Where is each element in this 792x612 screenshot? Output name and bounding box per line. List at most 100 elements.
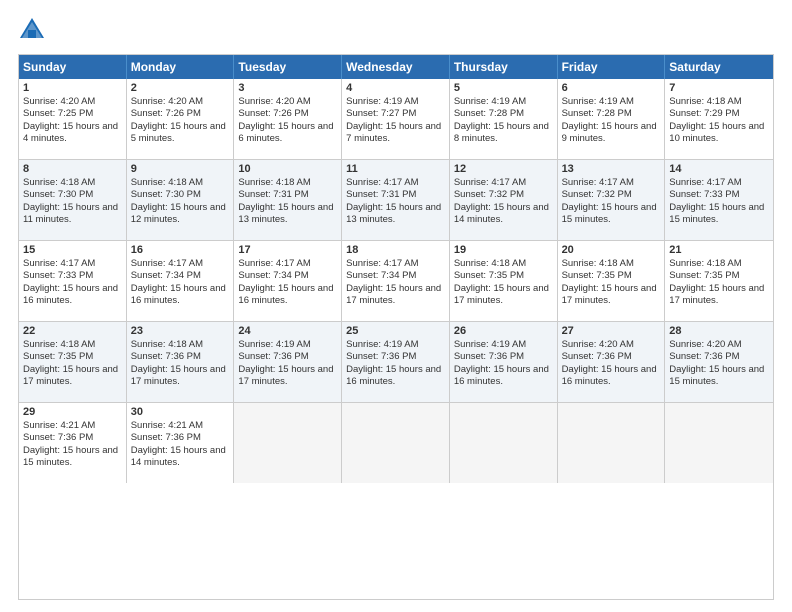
calendar-cell: 6Sunrise: 4:19 AMSunset: 7:28 PMDaylight… — [558, 79, 666, 159]
sunset-text: Sunset: 7:35 PM — [23, 351, 122, 363]
day-number: 6 — [562, 82, 661, 94]
calendar-cell: 1Sunrise: 4:20 AMSunset: 7:25 PMDaylight… — [19, 79, 127, 159]
daylight-text: Daylight: 15 hours and 6 minutes. — [238, 121, 337, 146]
calendar-cell: 14Sunrise: 4:17 AMSunset: 7:33 PMDayligh… — [665, 160, 773, 240]
sunset-text: Sunset: 7:26 PM — [238, 108, 337, 120]
day-number: 10 — [238, 163, 337, 175]
sunrise-text: Sunrise: 4:17 AM — [669, 177, 769, 189]
daylight-text: Daylight: 15 hours and 17 minutes. — [346, 283, 445, 308]
calendar-cell — [665, 403, 773, 483]
daylight-text: Daylight: 15 hours and 11 minutes. — [23, 202, 122, 227]
day-number: 5 — [454, 82, 553, 94]
day-number: 26 — [454, 325, 553, 337]
sunrise-text: Sunrise: 4:18 AM — [454, 258, 553, 270]
calendar-cell: 24Sunrise: 4:19 AMSunset: 7:36 PMDayligh… — [234, 322, 342, 402]
header-sunday: Sunday — [19, 55, 127, 79]
daylight-text: Daylight: 15 hours and 13 minutes. — [346, 202, 445, 227]
sunrise-text: Sunrise: 4:21 AM — [23, 420, 122, 432]
sunset-text: Sunset: 7:36 PM — [131, 432, 230, 444]
sunrise-text: Sunrise: 4:18 AM — [238, 177, 337, 189]
sunrise-text: Sunrise: 4:17 AM — [23, 258, 122, 270]
calendar-cell: 27Sunrise: 4:20 AMSunset: 7:36 PMDayligh… — [558, 322, 666, 402]
sunset-text: Sunset: 7:35 PM — [562, 270, 661, 282]
sunrise-text: Sunrise: 4:19 AM — [346, 339, 445, 351]
daylight-text: Daylight: 15 hours and 10 minutes. — [669, 121, 769, 146]
sunset-text: Sunset: 7:36 PM — [669, 351, 769, 363]
sunrise-text: Sunrise: 4:19 AM — [238, 339, 337, 351]
day-number: 1 — [23, 82, 122, 94]
sunset-text: Sunset: 7:27 PM — [346, 108, 445, 120]
sunrise-text: Sunrise: 4:18 AM — [23, 177, 122, 189]
calendar-row-3: 15Sunrise: 4:17 AMSunset: 7:33 PMDayligh… — [19, 241, 773, 322]
daylight-text: Daylight: 15 hours and 5 minutes. — [131, 121, 230, 146]
day-number: 23 — [131, 325, 230, 337]
calendar-cell: 13Sunrise: 4:17 AMSunset: 7:32 PMDayligh… — [558, 160, 666, 240]
calendar-body: 1 Sunrise: 4:20 AM Sunset: 7:25 PM Daylight… — [19, 79, 773, 483]
calendar-cell — [234, 403, 342, 483]
daylight-text: Daylight: 15 hours and 15 minutes. — [669, 202, 769, 227]
header-wednesday: Wednesday — [342, 55, 450, 79]
sunset-text: Sunset: 7:31 PM — [238, 189, 337, 201]
daylight-text: Daylight: 15 hours and 13 minutes. — [238, 202, 337, 227]
daylight-text: Daylight: 15 hours and 16 minutes. — [238, 283, 337, 308]
daylight-text: Daylight: 15 hours and 15 minutes. — [669, 364, 769, 389]
day-number: 18 — [346, 244, 445, 256]
sunset-text: Sunset: 7:33 PM — [669, 189, 769, 201]
calendar-cell: 17Sunrise: 4:17 AMSunset: 7:34 PMDayligh… — [234, 241, 342, 321]
day-number: 24 — [238, 325, 337, 337]
sunset-text: Sunset: 7:30 PM — [23, 189, 122, 201]
daylight-text: Daylight: 15 hours and 8 minutes. — [454, 121, 553, 146]
sunrise-text: Sunrise: 4:20 AM — [562, 339, 661, 351]
daylight-text: Daylight: 15 hours and 17 minutes. — [562, 283, 661, 308]
sunrise-text: Sunrise: 4:19 AM — [346, 96, 445, 108]
calendar-cell: 18Sunrise: 4:17 AMSunset: 7:34 PMDayligh… — [342, 241, 450, 321]
sunrise-text: Sunrise: 4:17 AM — [562, 177, 661, 189]
calendar-cell — [342, 403, 450, 483]
calendar-cell: 4Sunrise: 4:19 AMSunset: 7:27 PMDaylight… — [342, 79, 450, 159]
daylight-text: Daylight: 15 hours and 15 minutes. — [23, 445, 122, 470]
day-number: 8 — [23, 163, 122, 175]
calendar-cell: 20Sunrise: 4:18 AMSunset: 7:35 PMDayligh… — [558, 241, 666, 321]
day-number: 30 — [131, 406, 230, 418]
calendar-row-1: 1Sunrise: 4:20 AMSunset: 7:25 PMDaylight… — [19, 79, 773, 160]
logo-icon — [18, 16, 46, 44]
calendar-cell: 12Sunrise: 4:17 AMSunset: 7:32 PMDayligh… — [450, 160, 558, 240]
daylight-text: Daylight: 15 hours and 16 minutes. — [23, 283, 122, 308]
header-saturday: Saturday — [665, 55, 773, 79]
sunrise-text: Sunrise: 4:17 AM — [454, 177, 553, 189]
day-number: 9 — [131, 163, 230, 175]
daylight-text: Daylight: 15 hours and 14 minutes. — [454, 202, 553, 227]
page: Sunday Monday Tuesday Wednesday Thursday… — [0, 0, 792, 612]
daylight-text: Daylight: 15 hours and 17 minutes. — [669, 283, 769, 308]
day-number: 19 — [454, 244, 553, 256]
calendar-cell: 15Sunrise: 4:17 AMSunset: 7:33 PMDayligh… — [19, 241, 127, 321]
calendar-cell: 28Sunrise: 4:20 AMSunset: 7:36 PMDayligh… — [665, 322, 773, 402]
calendar-cell: 10 Sunrise: 4:18 AMSunset: 7:31 PMDayligh… — [234, 160, 342, 240]
calendar-cell: 3Sunrise: 4:20 AMSunset: 7:26 PMDaylight… — [234, 79, 342, 159]
daylight-text: Daylight: 15 hours and 7 minutes. — [346, 121, 445, 146]
sunrise-text: Sunrise: 4:17 AM — [346, 258, 445, 270]
sunrise-text: Sunrise: 4:19 AM — [454, 339, 553, 351]
calendar-cell — [558, 403, 666, 483]
sunset-text: Sunset: 7:34 PM — [131, 270, 230, 282]
calendar-cell: 7Sunrise: 4:18 AMSunset: 7:29 PMDaylight… — [665, 79, 773, 159]
calendar-cell: 30Sunrise: 4:21 AMSunset: 7:36 PMDayligh… — [127, 403, 235, 483]
sunset-text: Sunset: 7:36 PM — [238, 351, 337, 363]
daylight-text: Daylight: 15 hours and 12 minutes. — [131, 202, 230, 227]
daylight-text: Daylight: 15 hours and 16 minutes. — [562, 364, 661, 389]
sunset-text: Sunset: 7:36 PM — [346, 351, 445, 363]
sunset-text: Sunset: 7:35 PM — [454, 270, 553, 282]
calendar-cell: 25Sunrise: 4:19 AMSunset: 7:36 PMDayligh… — [342, 322, 450, 402]
day-number: 28 — [669, 325, 769, 337]
calendar-cell: 19 Sunrise: 4:18 AMSunset: 7:35 PMDayligh… — [450, 241, 558, 321]
sunrise-text: Sunrise: 4:19 AM — [454, 96, 553, 108]
sunset-text: Sunset: 7:31 PM — [346, 189, 445, 201]
sunset-text: Sunset: 7:25 PM — [23, 108, 122, 120]
daylight-text: Daylight: 15 hours and 17 minutes. — [454, 283, 553, 308]
sunset-text: Sunset: 7:36 PM — [454, 351, 553, 363]
sunset-text: Sunset: 7:30 PM — [131, 189, 230, 201]
day-number: 29 — [23, 406, 122, 418]
calendar-cell: 11Sunrise: 4:17 AMSunset: 7:31 PMDayligh… — [342, 160, 450, 240]
daylight-text: Daylight: 15 hours and 16 minutes. — [454, 364, 553, 389]
header-thursday: Thursday — [450, 55, 558, 79]
